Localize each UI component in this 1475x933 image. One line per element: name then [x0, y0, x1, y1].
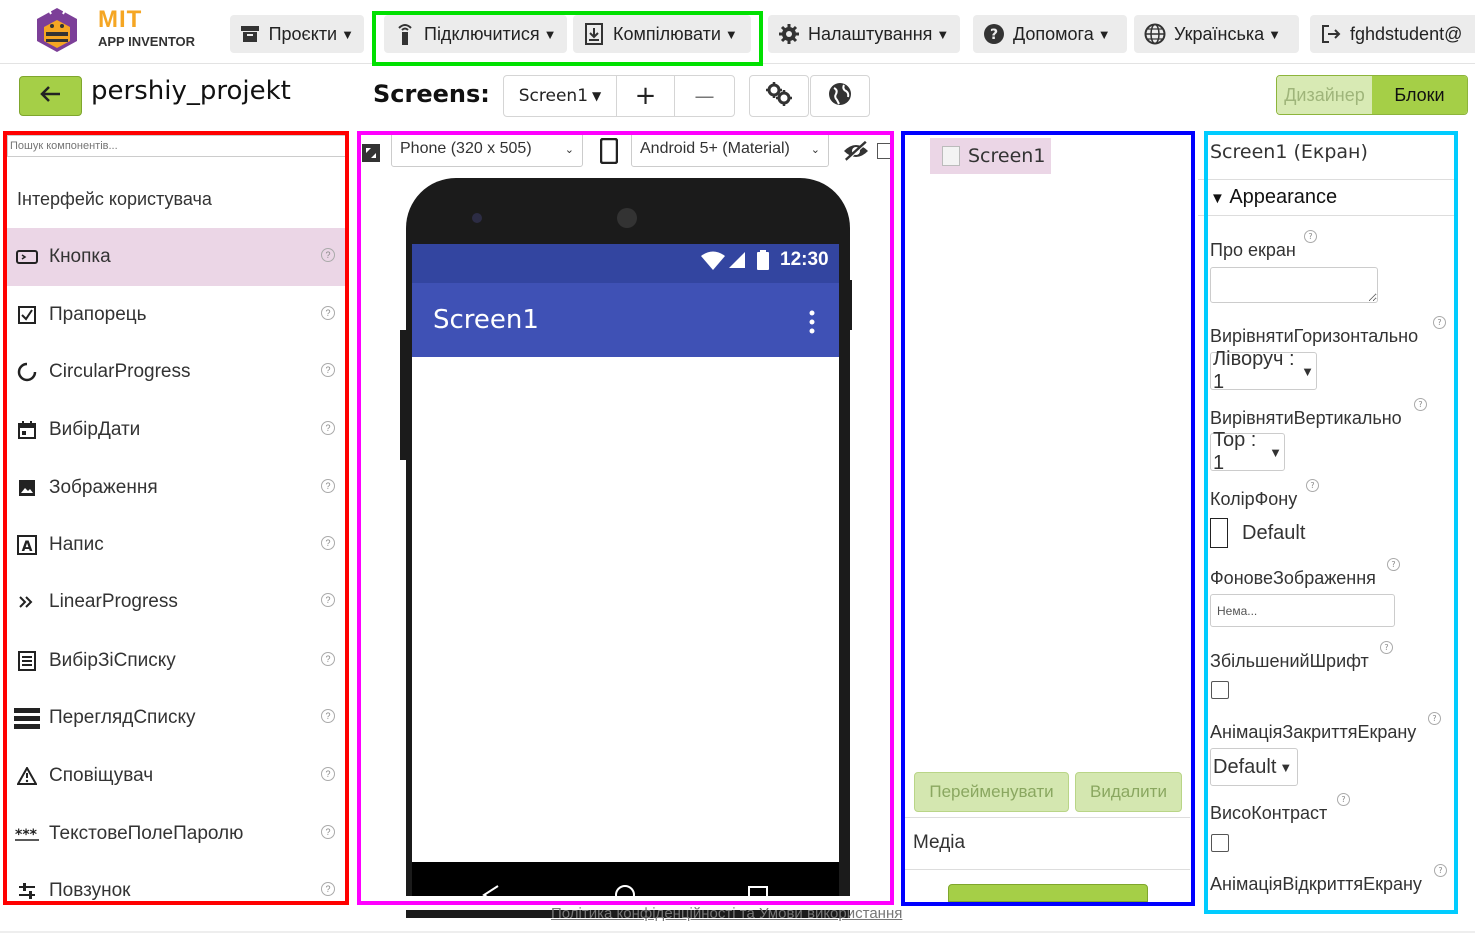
designer-tab[interactable]: Дизайнер: [1277, 76, 1372, 114]
language-menu-button[interactable]: Українська ▼: [1134, 15, 1299, 53]
archive-icon: [240, 23, 261, 45]
designer-blocks-switch: Дизайнер Блоки: [1276, 75, 1468, 115]
props-bottom-mask: [1198, 912, 1475, 933]
screens-label: Screens:: [373, 80, 490, 108]
remove-screen-button[interactable]: —: [675, 76, 734, 116]
caret-down-icon: ▼: [341, 26, 354, 42]
logo-title: MIT: [98, 6, 143, 33]
build-menu-button[interactable]: Компілювати ▼: [573, 15, 751, 53]
app-inventor-logo[interactable]: MIT APP INVENTOR: [28, 2, 208, 58]
viewer-highlight-frame: [357, 131, 894, 905]
project-name: pershiy_projekt: [91, 76, 291, 106]
projects-menu-button[interactable]: Проєкти ▼: [230, 15, 364, 53]
add-screen-button[interactable]: +: [617, 76, 675, 116]
caret-down-icon: ▼: [936, 26, 950, 42]
build-menu-label: Компілювати: [613, 23, 721, 44]
globe-icon: [827, 81, 853, 111]
privacy-policy-link[interactable]: Політика конфіденційності та Умови викор…: [551, 905, 902, 922]
settings-menu-label: Налаштування: [808, 23, 933, 44]
back-button[interactable]: [19, 76, 82, 116]
language-menu-label: Українська: [1174, 23, 1265, 44]
caret-down-icon: ▼: [592, 89, 602, 103]
top-navigation-bar: MIT APP INVENTOR Проєкти ▼ Підключитися …: [0, 0, 1475, 66]
bee-logo-icon: [37, 8, 77, 52]
caret-down-icon: ▼: [543, 26, 557, 42]
globe-icon: [1144, 23, 1166, 45]
svg-text:?: ?: [990, 27, 998, 43]
settings-menu-button[interactable]: Налаштування ▼: [768, 15, 960, 53]
screen-controls: Screen1 ▼ + —: [503, 75, 735, 117]
download-box-icon: [583, 23, 605, 45]
screen-selector-label: Screen1: [518, 86, 589, 106]
help-menu-label: Допомога: [1013, 23, 1094, 44]
caret-down-icon: ▼: [1097, 26, 1111, 42]
logo-subtitle: APP INVENTOR: [98, 34, 196, 49]
properties-highlight-frame: [1204, 131, 1458, 914]
caret-down-icon: ▼: [724, 26, 738, 42]
connect-menu-button[interactable]: Підключитися ▼: [384, 15, 567, 53]
question-circle-icon: ?: [983, 23, 1005, 45]
help-menu-button[interactable]: ? Допомога ▼: [973, 15, 1127, 53]
caret-down-icon: ▼: [1268, 26, 1281, 42]
connect-menu-label: Підключитися: [424, 23, 540, 44]
screen-selector-dropdown[interactable]: Screen1 ▼: [504, 76, 617, 116]
antenna-icon: [394, 23, 416, 45]
arrow-left-icon: [39, 85, 62, 107]
palette-highlight-frame: [3, 131, 349, 905]
user-menu-button[interactable]: fghdstudent@: [1310, 15, 1475, 53]
publish-gallery-button[interactable]: [810, 75, 870, 117]
gear-icon: [778, 23, 800, 45]
sign-out-icon: [1320, 23, 1342, 45]
user-menu-label: fghdstudent@: [1350, 23, 1463, 44]
blocks-tab[interactable]: Блоки: [1372, 76, 1467, 114]
gears-icon: [765, 81, 793, 111]
tree-highlight-frame: [901, 131, 1195, 906]
projects-menu-label: Проєкти: [268, 23, 338, 44]
project-properties-button[interactable]: [749, 75, 809, 117]
